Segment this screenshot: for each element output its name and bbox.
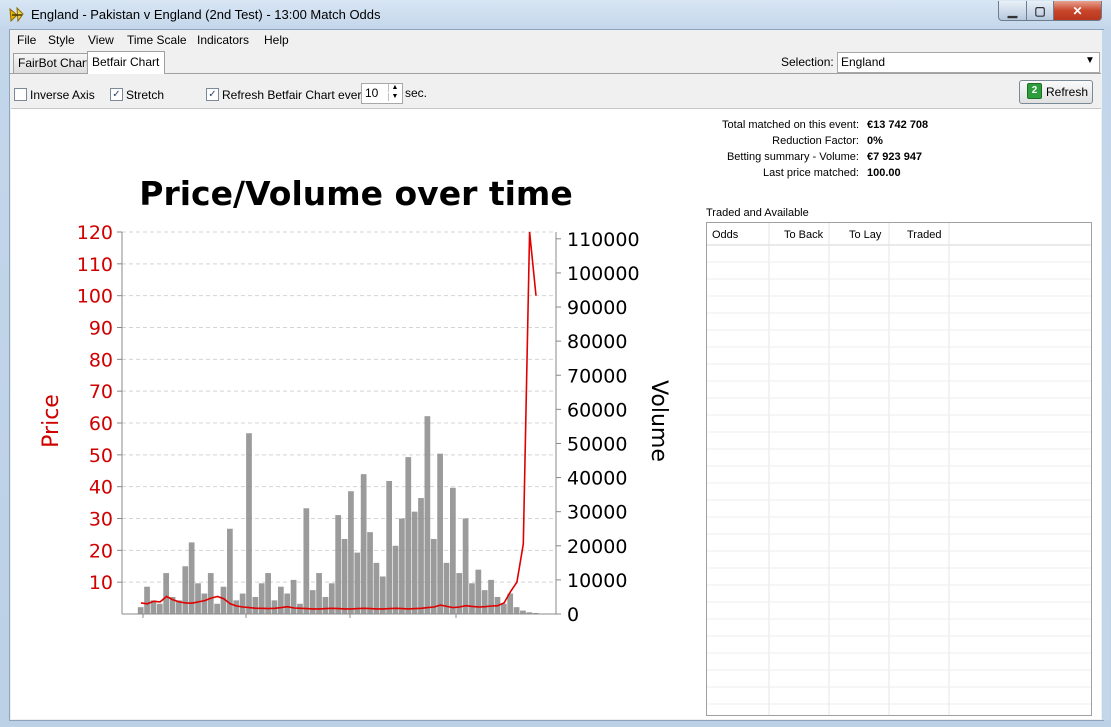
volume-bar (201, 593, 208, 614)
traded-section-title: Traded and Available (706, 207, 809, 219)
volume-bar (341, 538, 348, 614)
y-left-tick-label: 10 (89, 572, 113, 594)
chart-title: Price/Volume over time (139, 174, 572, 213)
y-right-tick-label: 20000 (567, 536, 627, 558)
selection-label: Selection: (781, 55, 834, 69)
volume-bar (195, 583, 201, 614)
y-right-tick-label: 30000 (567, 502, 627, 524)
close-icon: ✕ (1072, 3, 1083, 18)
maximize-icon: ▢ (1034, 3, 1046, 18)
close-button[interactable]: ✕ (1053, 1, 1102, 21)
volume-bar (354, 552, 361, 614)
y-axis-label-price: Price (39, 394, 64, 448)
volume-bar (137, 607, 144, 614)
window-border-right (1102, 30, 1110, 720)
price-volume-chart: Price/Volume over time 10 20 30 40 50 60 70 80 9… (39, 174, 671, 626)
volume-bar (163, 573, 170, 614)
summary-value-total-matched: €13 742 708 (867, 119, 929, 131)
y-right-tick-label: 80000 (567, 331, 627, 353)
volume-bar (386, 480, 393, 614)
selection-value: England (841, 55, 886, 69)
y-left-tick-label: 100 (77, 286, 113, 308)
volume-bar (246, 433, 252, 614)
y-left-tick-label: 120 (77, 222, 113, 244)
y-left-tick-label: 30 (89, 509, 113, 531)
volume-bar (284, 593, 291, 614)
y-right-tick-label: 100000 (567, 263, 640, 285)
y-right-tick-label: 110000 (567, 229, 640, 251)
volume-bar (367, 532, 373, 614)
grid-lines (707, 223, 1091, 715)
volume-bar (424, 416, 431, 614)
y-right-tick-label: 90000 (567, 297, 627, 319)
column-header-to-back[interactable]: To Back (784, 229, 823, 241)
volume-bar (233, 600, 240, 614)
maximize-button[interactable]: ▢ (1026, 1, 1054, 21)
volume-bar (418, 498, 424, 614)
y-left-tick-label: 40 (89, 477, 113, 499)
summary-value-last-price: 100.00 (867, 167, 901, 179)
volume-bar (348, 491, 354, 614)
y-right-tick-label: 60000 (567, 399, 627, 421)
volume-bar (182, 566, 189, 614)
y-left-tick-label: 20 (89, 540, 113, 562)
y-left-tick-label: 90 (89, 318, 113, 340)
volume-bar (258, 583, 265, 614)
y-left-tick-label: 110 (77, 254, 113, 276)
y-right-tick-label: 70000 (567, 365, 627, 387)
volume-bar (252, 596, 259, 614)
volume-bar (520, 610, 526, 614)
y-left-tick-label: 60 (89, 413, 113, 435)
volume-bar (437, 453, 443, 614)
volume-bar (411, 511, 418, 614)
volume-bar (214, 603, 220, 614)
volume-bar (469, 583, 475, 614)
volume-bar (481, 590, 488, 614)
column-header-odds[interactable]: Odds (712, 229, 738, 241)
volume-bar (239, 593, 246, 614)
volume-bar (207, 573, 214, 614)
volume-bar (290, 579, 297, 614)
volume-bar (144, 586, 150, 614)
volume-bar (399, 518, 405, 614)
y-left-tick-label: 70 (89, 381, 113, 403)
y-left-tick-label: 50 (89, 445, 113, 467)
minimize-icon: ▁ (1007, 3, 1018, 18)
summary-value-reduction-factor: 0% (867, 135, 883, 147)
y-right-tick-label: 10000 (567, 570, 627, 592)
volume-bar (405, 457, 412, 614)
summary-value-betting-volume: €7 923 947 (867, 151, 923, 163)
volume-bar (500, 603, 507, 614)
y-right-tick-label: 50000 (567, 433, 627, 455)
volume-bar (449, 487, 456, 614)
chevron-down-icon[interactable]: ▼ (1085, 55, 1095, 66)
column-header-to-lay[interactable]: To Lay (849, 229, 881, 241)
column-header-traded[interactable]: Traded (907, 229, 941, 241)
volume-bar (373, 562, 380, 614)
volume-bar (277, 586, 284, 614)
volume-bar (303, 508, 310, 614)
y-left-tick-label: 80 (89, 349, 113, 371)
volume-bar (309, 590, 316, 614)
volume-bar (328, 583, 335, 614)
volume-bar (430, 538, 437, 614)
volume-bar (392, 545, 399, 614)
traded-grid[interactable] (706, 222, 1092, 716)
volume-bar (513, 607, 520, 614)
volume-bar (488, 579, 494, 614)
minimize-button[interactable]: ▁ (998, 1, 1027, 21)
volume-bar (156, 603, 163, 614)
volume-bar (271, 600, 278, 614)
y-right-tick-label: 40000 (567, 468, 627, 490)
refresh-button-label: Refresh (1046, 85, 1089, 99)
volume-bar (335, 515, 342, 614)
volume-bar (316, 573, 322, 614)
refresh-icon: 2 (1027, 83, 1042, 99)
volume-bar (462, 518, 469, 614)
volume-bar (360, 474, 367, 614)
y-right-tick-label: 0 (567, 604, 579, 626)
volume-bar (322, 596, 329, 614)
y-axis-label-volume: Volume (646, 380, 671, 462)
